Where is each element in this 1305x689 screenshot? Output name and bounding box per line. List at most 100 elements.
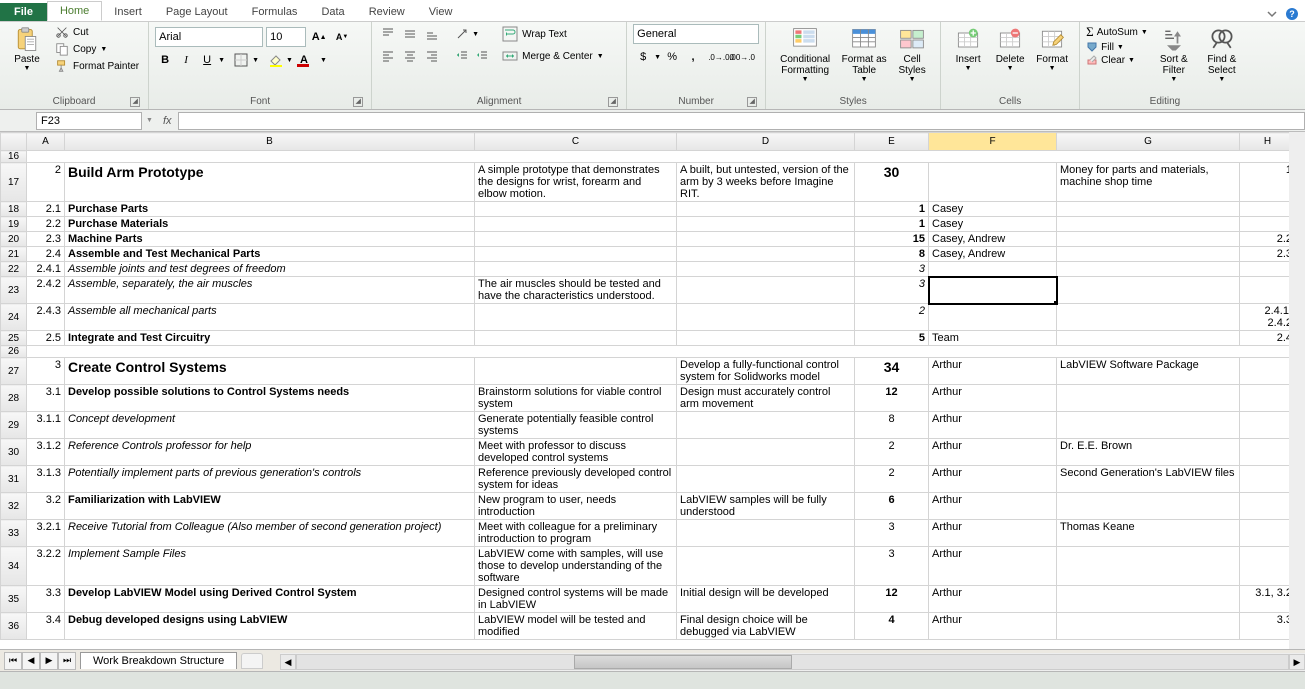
- scroll-thumb[interactable]: [574, 655, 792, 669]
- cell[interactable]: [1057, 412, 1240, 439]
- align-left-icon[interactable]: [378, 46, 398, 66]
- cell[interactable]: Machine Parts: [65, 232, 475, 247]
- cell[interactable]: A simple prototype that demonstrates the…: [475, 163, 677, 202]
- cell[interactable]: 1: [855, 202, 929, 217]
- cell[interactable]: [1240, 217, 1296, 232]
- format-painter-button[interactable]: Format Painter: [52, 58, 142, 74]
- cell[interactable]: [1057, 385, 1240, 412]
- autosum-button[interactable]: ΣAutoSum▼: [1086, 24, 1148, 40]
- name-box[interactable]: [36, 112, 142, 130]
- new-sheet-icon[interactable]: [241, 653, 263, 669]
- row-header[interactable]: 34: [1, 547, 27, 586]
- italic-icon[interactable]: I: [176, 50, 196, 70]
- cell[interactable]: 2: [855, 439, 929, 466]
- cell[interactable]: 3.2.2: [27, 547, 65, 586]
- tab-view[interactable]: View: [417, 3, 465, 21]
- underline-icon[interactable]: U: [197, 50, 217, 70]
- cell[interactable]: 2.2: [27, 217, 65, 232]
- cell[interactable]: Arthur: [929, 466, 1057, 493]
- conditional-formatting-button[interactable]: Conditional Formatting▼: [772, 24, 838, 83]
- cell[interactable]: 12: [855, 586, 929, 613]
- column-headers[interactable]: A B C D E F G H: [1, 133, 1296, 151]
- cell[interactable]: 3.1: [27, 385, 65, 412]
- cell[interactable]: Concept development: [65, 412, 475, 439]
- row-header[interactable]: 28: [1, 385, 27, 412]
- cell[interactable]: Develop LabVIEW Model using Derived Cont…: [65, 586, 475, 613]
- insert-cells-button[interactable]: Insert▼: [947, 24, 989, 72]
- cell[interactable]: [1057, 202, 1240, 217]
- row-header[interactable]: 35: [1, 586, 27, 613]
- cell[interactable]: 1: [1240, 163, 1296, 202]
- cell[interactable]: Final design choice will be debugged via…: [677, 613, 855, 640]
- cell[interactable]: The air muscles should be tested and hav…: [475, 277, 677, 304]
- cell[interactable]: [1240, 358, 1296, 385]
- cell[interactable]: [677, 547, 855, 586]
- cell[interactable]: [1240, 385, 1296, 412]
- cell[interactable]: [1057, 493, 1240, 520]
- cell[interactable]: 3.1, 3.2: [1240, 586, 1296, 613]
- cell[interactable]: [475, 358, 677, 385]
- increase-indent-icon[interactable]: [472, 46, 492, 66]
- cell[interactable]: 3.1.3: [27, 466, 65, 493]
- cell[interactable]: 8: [855, 412, 929, 439]
- cell[interactable]: Assemble joints and test degrees of free…: [65, 262, 475, 277]
- percent-icon[interactable]: %: [662, 47, 682, 67]
- cell[interactable]: 3.4: [27, 613, 65, 640]
- cell[interactable]: Generate potentially feasible control sy…: [475, 412, 677, 439]
- tab-data[interactable]: Data: [309, 3, 356, 21]
- cell[interactable]: [1240, 520, 1296, 547]
- sheet-nav-prev-icon[interactable]: ◀: [22, 652, 40, 670]
- cell[interactable]: [1057, 232, 1240, 247]
- font-color-icon[interactable]: A: [294, 50, 314, 70]
- cell[interactable]: Arthur: [929, 439, 1057, 466]
- row-header[interactable]: 20: [1, 232, 27, 247]
- cell[interactable]: Receive Tutorial from Colleague (Also me…: [65, 520, 475, 547]
- tab-home[interactable]: Home: [47, 1, 102, 21]
- fx-icon[interactable]: fx: [157, 115, 178, 127]
- cell[interactable]: 3.3: [27, 586, 65, 613]
- align-center-icon[interactable]: [400, 46, 420, 66]
- scroll-left-icon[interactable]: ◀: [280, 654, 296, 670]
- tab-formulas[interactable]: Formulas: [240, 3, 310, 21]
- select-all-corner[interactable]: [1, 133, 27, 151]
- cell[interactable]: Familiarization with LabVIEW: [65, 493, 475, 520]
- cell[interactable]: 2.5: [27, 331, 65, 346]
- cell[interactable]: Arthur: [929, 412, 1057, 439]
- cell[interactable]: 2.1: [27, 202, 65, 217]
- cell-styles-button[interactable]: Cell Styles▼: [890, 24, 934, 83]
- col-header-D[interactable]: D: [677, 133, 855, 151]
- spreadsheet-grid[interactable]: A B C D E F G H 16172Build Arm Prototype…: [0, 132, 1305, 663]
- cell[interactable]: Purchase Materials: [65, 217, 475, 232]
- cell[interactable]: [475, 217, 677, 232]
- cell[interactable]: [677, 466, 855, 493]
- row-header[interactable]: 19: [1, 217, 27, 232]
- cell[interactable]: [929, 163, 1057, 202]
- sheet-nav-last-icon[interactable]: ⏭: [58, 652, 76, 670]
- cell[interactable]: [677, 262, 855, 277]
- cell[interactable]: [1057, 586, 1240, 613]
- orientation-icon[interactable]: [452, 24, 472, 44]
- cell[interactable]: [475, 232, 677, 247]
- align-right-icon[interactable]: [422, 46, 442, 66]
- cell[interactable]: Thomas Keane: [1057, 520, 1240, 547]
- cell[interactable]: [1240, 493, 1296, 520]
- row-header[interactable]: 32: [1, 493, 27, 520]
- cell[interactable]: [1240, 466, 1296, 493]
- cell[interactable]: [475, 304, 677, 331]
- cell[interactable]: 8: [855, 247, 929, 262]
- cell[interactable]: Second Generation's LabVIEW files: [1057, 466, 1240, 493]
- col-header-A[interactable]: A: [27, 133, 65, 151]
- cell[interactable]: Potentially implement parts of previous …: [65, 466, 475, 493]
- cell[interactable]: [1240, 547, 1296, 586]
- cell[interactable]: Purchase Parts: [65, 202, 475, 217]
- cell[interactable]: A built, but untested, version of the ar…: [677, 163, 855, 202]
- comma-icon[interactable]: ,: [683, 47, 703, 67]
- cell[interactable]: [1240, 262, 1296, 277]
- cell[interactable]: [677, 232, 855, 247]
- cell[interactable]: 4: [855, 613, 929, 640]
- cell[interactable]: Develop a fully-functional control syste…: [677, 358, 855, 385]
- cell[interactable]: Meet with professor to discuss developed…: [475, 439, 677, 466]
- clipboard-launcher[interactable]: ◢: [130, 97, 140, 107]
- sort-filter-button[interactable]: Sort & Filter▼: [1152, 24, 1196, 83]
- font-launcher[interactable]: ◢: [353, 97, 363, 107]
